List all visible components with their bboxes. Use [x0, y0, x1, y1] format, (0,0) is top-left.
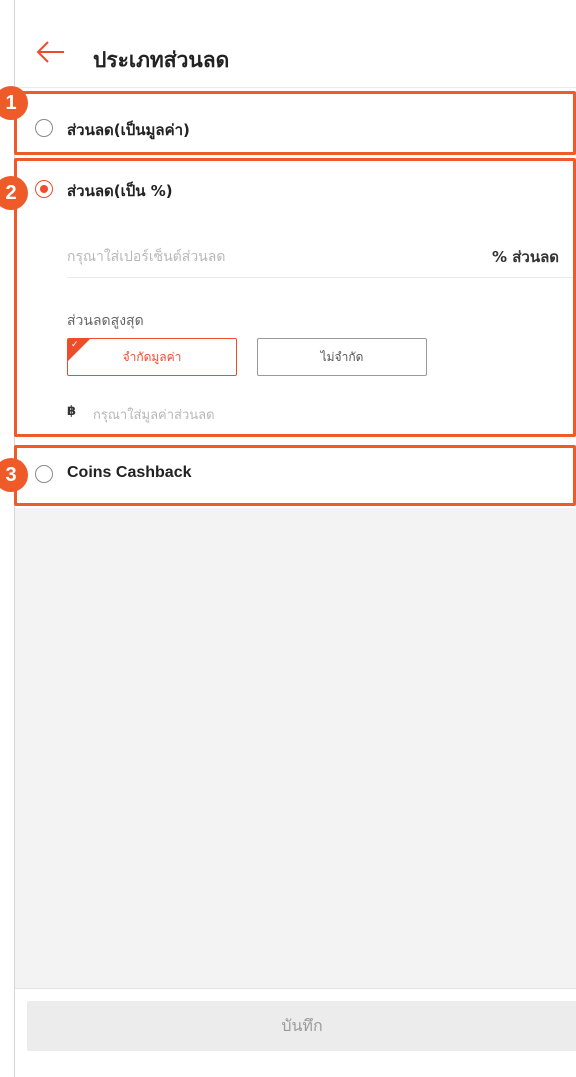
- option-coins-cashback[interactable]: Coins Cashback: [15, 444, 576, 504]
- max-discount-label: ส่วนลดสูงสุด: [67, 313, 144, 329]
- save-button[interactable]: บันทึก: [27, 1001, 576, 1051]
- option-discount-amount[interactable]: ส่วนลด(เป็นมูลค่า): [15, 98, 576, 158]
- bottom-bar: บันทึก: [15, 988, 576, 1077]
- max-amount-input[interactable]: ฿ กรุณาใส่มูลค่าส่วนลด: [67, 402, 557, 426]
- percent-suffix: % ส่วนลด: [492, 248, 560, 266]
- option-label: ส่วนลด(เป็นมูลค่า): [67, 121, 190, 139]
- back-arrow-icon-svg: [36, 41, 64, 63]
- baht-icon: ฿: [67, 404, 77, 419]
- back-arrow-icon[interactable]: [35, 38, 67, 66]
- radio-discount-percent[interactable]: [35, 180, 53, 198]
- percent-input-field[interactable]: กรุณาใส่เปอร์เซ็นต์ส่วนลด % ส่วนลด: [67, 230, 576, 278]
- page-title: ประเภทส่วนลด: [93, 48, 230, 72]
- option-label: ส่วนลด(เป็น %): [67, 182, 173, 200]
- check-icon: ✓: [71, 340, 79, 350]
- percent-placeholder: กรุณาใส่เปอร์เซ็นต์ส่วนลด: [67, 249, 226, 265]
- radio-discount-amount[interactable]: [35, 119, 53, 137]
- header: ประเภทส่วนลด: [15, 0, 576, 88]
- radio-coins-cashback[interactable]: [35, 465, 53, 483]
- percent-discount-panel: ส่วนลด(เป็น %) กรุณาใส่เปอร์เซ็นต์ส่วนลด…: [15, 158, 576, 438]
- empty-content-area: [15, 508, 576, 988]
- app-screen: ประเภทส่วนลด ส่วนลด(เป็นมูลค่า) ส่วนลด(เ…: [14, 0, 576, 1077]
- limit-amount-label: จำกัดมูลค่า: [122, 349, 182, 364]
- amount-placeholder: กรุณาใส่มูลค่าส่วนลด: [93, 408, 215, 423]
- unlimited-label: ไม่จำกัด: [320, 349, 364, 364]
- unlimited-button[interactable]: ไม่จำกัด: [257, 338, 427, 376]
- option-label: Coins Cashback: [67, 464, 192, 481]
- limit-amount-button[interactable]: ✓ จำกัดมูลค่า: [67, 338, 237, 376]
- option-discount-percent[interactable]: ส่วนลด(เป็น %): [15, 158, 576, 218]
